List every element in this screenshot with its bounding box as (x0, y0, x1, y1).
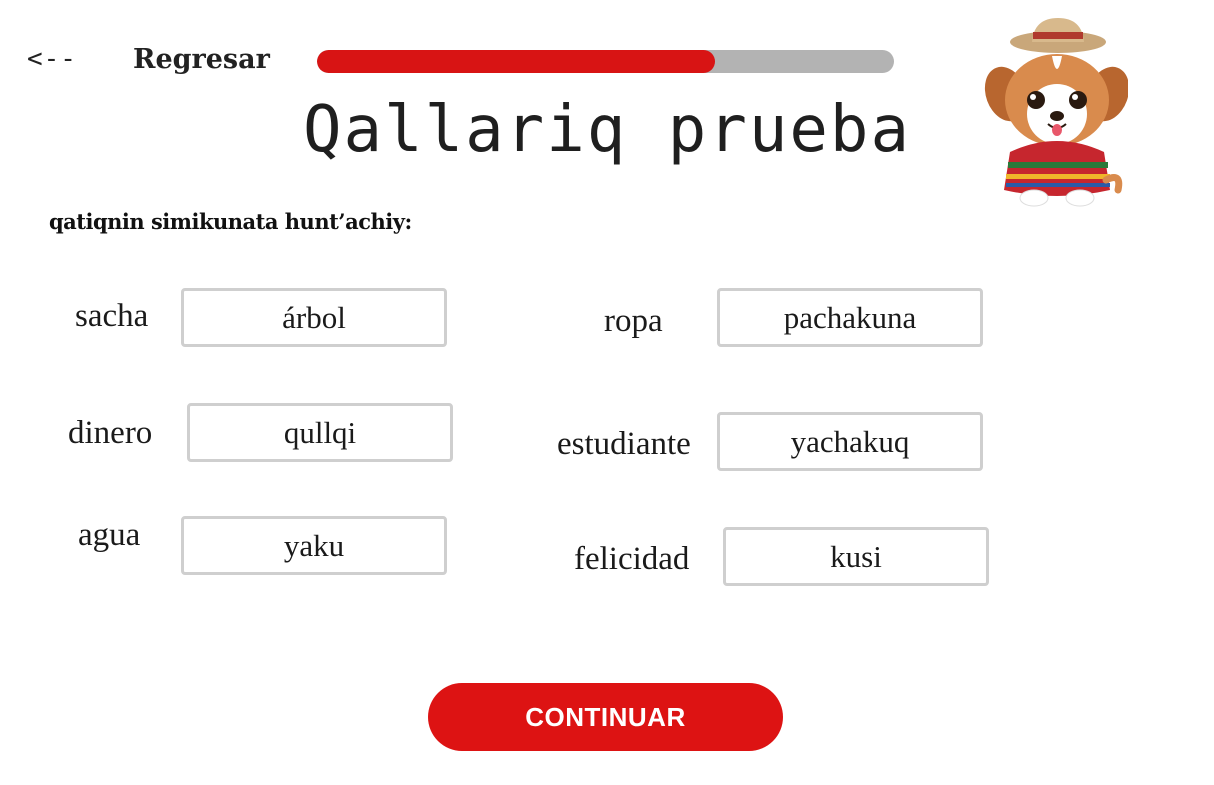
word-label: sacha (75, 298, 149, 334)
word-label: ropa (604, 303, 663, 339)
progress-bar-fill (317, 50, 716, 73)
word-label: dinero (68, 415, 153, 451)
word-label: agua (78, 517, 141, 553)
progress-bar (317, 50, 894, 73)
continue-button[interactable]: CONTINUAR (428, 683, 783, 751)
puppy-mascot-icon (984, 18, 1128, 207)
answer-field[interactable]: pachakuna (717, 288, 983, 347)
word-label: estudiante (557, 426, 691, 462)
answer-field[interactable]: yaku (181, 516, 447, 575)
word-label: felicidad (574, 541, 690, 577)
answer-field[interactable]: yachakuq (717, 412, 983, 471)
answer-field[interactable]: kusi (723, 527, 989, 586)
answer-field[interactable]: árbol (181, 288, 447, 347)
back-arrow-icon[interactable]: <-- (27, 44, 77, 74)
back-button[interactable]: Regresar (133, 44, 270, 75)
instruction-text: qatiqnin simikunata hunt’achiy: (49, 209, 412, 234)
answer-field[interactable]: qullqi (187, 403, 453, 462)
